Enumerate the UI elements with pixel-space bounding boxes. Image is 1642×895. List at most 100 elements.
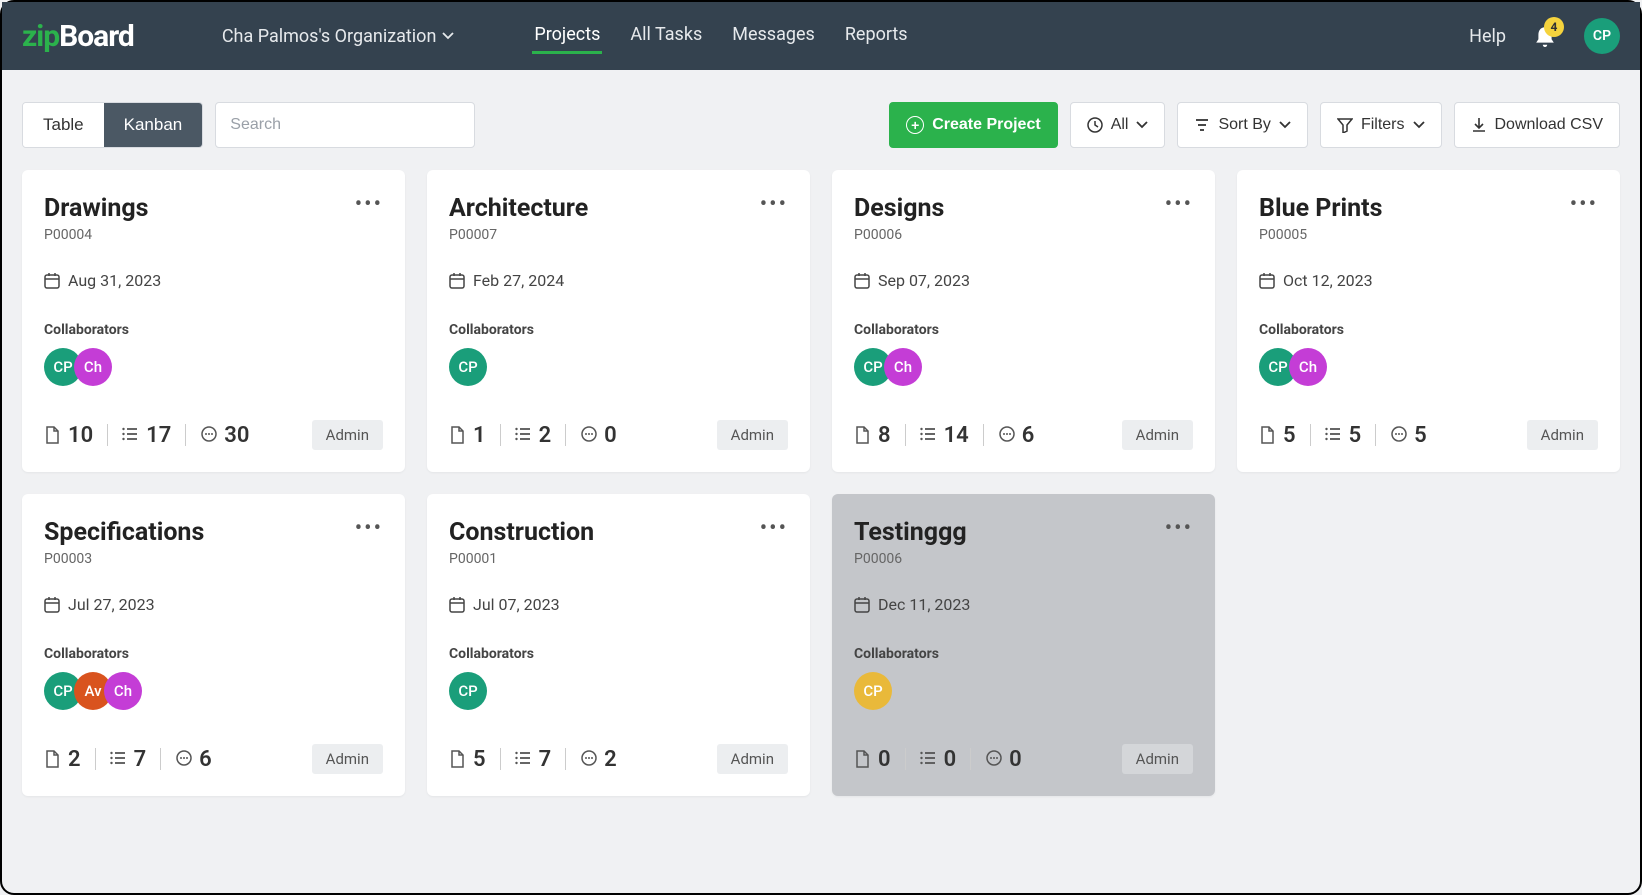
nav-links: Projects All Tasks Messages Reports (532, 18, 909, 54)
files-stat[interactable]: 8 (854, 423, 891, 448)
card-footer: 8 14 6 Admin (854, 386, 1193, 450)
filter-all-button[interactable]: All (1070, 102, 1166, 148)
project-title[interactable]: Testinggg (854, 518, 967, 547)
project-date-text: Feb 27, 2024 (473, 271, 564, 290)
comments-stat[interactable]: 0 (580, 423, 617, 448)
more-menu-button[interactable]: ••• (1165, 518, 1193, 540)
logo[interactable]: zipBoard (22, 19, 134, 54)
comments-stat-count: 0 (604, 423, 617, 448)
nav-projects[interactable]: Projects (532, 18, 602, 54)
search-input[interactable] (215, 102, 475, 148)
file-icon (449, 750, 467, 768)
sort-by-button[interactable]: Sort By (1177, 102, 1307, 148)
sort-icon (1194, 117, 1210, 133)
list-icon (920, 750, 938, 768)
download-csv-button[interactable]: Download CSV (1454, 102, 1621, 148)
project-title[interactable]: Architecture (449, 194, 588, 223)
comments-stat[interactable]: 30 (200, 423, 249, 448)
collaborator-avatar[interactable]: Ch (74, 348, 112, 386)
more-menu-button[interactable]: ••• (760, 518, 788, 540)
collaborator-avatar[interactable]: CP (449, 348, 487, 386)
card-head: ArchitectureP00007••• (449, 194, 788, 243)
project-card[interactable]: Drawings P00004 ••• Aug 31, 2023 Collaborato… (22, 170, 405, 472)
create-project-button[interactable]: + Create Project (889, 102, 1058, 148)
download-icon (1471, 117, 1487, 133)
view-table-button[interactable]: Table (23, 103, 104, 147)
project-card[interactable]: DesignsP00006•••Sep 07, 2023Collaborator… (832, 170, 1215, 472)
logo-board: Board (59, 19, 134, 54)
list-icon (122, 426, 140, 444)
project-title[interactable]: Blue Prints (1259, 194, 1383, 223)
comments-stat[interactable]: 5 (1390, 423, 1427, 448)
tasks-stat[interactable]: 5 (1325, 423, 1362, 448)
project-title[interactable]: Construction (449, 518, 594, 547)
download-csv-label: Download CSV (1495, 116, 1604, 134)
list-icon (110, 750, 128, 768)
project-card[interactable]: TestingggP00006•••Dec 11, 2023Collaborat… (832, 494, 1215, 796)
collaborator-avatar[interactable]: CP (854, 672, 892, 710)
files-stat[interactable]: 5 (1259, 423, 1296, 448)
project-date-text: Aug 31, 2023 (68, 271, 161, 290)
project-card[interactable]: ArchitectureP00007•••Feb 27, 2024Collabo… (427, 170, 810, 472)
files-stat[interactable]: 5 (449, 747, 486, 772)
project-title[interactable]: Designs (854, 194, 944, 223)
comments-stat-count: 2 (604, 747, 617, 772)
tasks-stat[interactable]: 0 (920, 747, 957, 772)
comments-stat[interactable]: 6 (998, 423, 1035, 448)
collaborator-avatar[interactable]: CP (449, 672, 487, 710)
more-menu-button[interactable]: ••• (355, 518, 383, 540)
user-avatar[interactable]: CP (1584, 18, 1620, 54)
tasks-stat[interactable]: 17 (122, 423, 171, 448)
project-card[interactable]: Blue PrintsP00005•••Oct 12, 2023Collabor… (1237, 170, 1620, 472)
collaborators-label: Collaborators (44, 322, 383, 338)
project-id: P00004 (44, 227, 149, 243)
comments-stat[interactable]: 0 (985, 747, 1022, 772)
help-link[interactable]: Help (1469, 26, 1506, 47)
project-card[interactable]: ConstructionP00001•••Jul 07, 2023Collabo… (427, 494, 810, 796)
tasks-stat[interactable]: 2 (515, 423, 552, 448)
view-kanban-button[interactable]: Kanban (104, 103, 203, 147)
collaborator-avatar[interactable]: Ch (884, 348, 922, 386)
project-title[interactable]: Specifications (44, 518, 204, 547)
more-menu-button[interactable]: ••• (355, 194, 383, 216)
project-date: Dec 11, 2023 (854, 595, 1193, 614)
collaborator-avatars: CP (449, 672, 788, 710)
tasks-stat[interactable]: 14 (920, 423, 969, 448)
more-menu-button[interactable]: ••• (760, 194, 788, 216)
project-title[interactable]: Drawings (44, 194, 149, 223)
filters-button[interactable]: Filters (1320, 102, 1442, 148)
tasks-stat[interactable]: 7 (110, 747, 147, 772)
collaborator-avatar[interactable]: Ch (1289, 348, 1327, 386)
org-switcher[interactable]: Cha Palmos's Organization (222, 26, 455, 47)
tasks-stat[interactable]: 7 (515, 747, 552, 772)
chat-icon (580, 426, 598, 444)
files-stat[interactable]: 1 (449, 423, 486, 448)
nav-messages[interactable]: Messages (730, 18, 817, 54)
role-badge: Admin (1122, 420, 1193, 450)
project-date-text: Jul 27, 2023 (68, 595, 155, 614)
project-date: Jul 27, 2023 (44, 595, 383, 614)
files-stat-count: 0 (878, 747, 891, 772)
files-stat[interactable]: 2 (44, 747, 81, 772)
chevron-down-icon (1136, 121, 1148, 129)
files-stat[interactable]: 10 (44, 423, 93, 448)
collaborator-avatar[interactable]: Ch (104, 672, 142, 710)
logo-zip: zip (22, 19, 59, 54)
nav-reports[interactable]: Reports (843, 18, 910, 54)
chat-icon (200, 426, 218, 444)
files-stat[interactable]: 0 (854, 747, 891, 772)
more-menu-button[interactable]: ••• (1165, 194, 1193, 216)
role-badge: Admin (312, 420, 383, 450)
comments-stat[interactable]: 2 (580, 747, 617, 772)
notifications-button[interactable]: 4 (1534, 25, 1556, 47)
comments-stat[interactable]: 6 (175, 747, 212, 772)
role-badge: Admin (717, 420, 788, 450)
toolbar: Table Kanban + Create Project All Sort B… (2, 70, 1640, 170)
project-card[interactable]: SpecificationsP00003•••Jul 27, 2023Colla… (22, 494, 405, 796)
more-menu-button[interactable]: ••• (1570, 194, 1598, 216)
calendar-icon (854, 272, 870, 289)
role-badge: Admin (1122, 744, 1193, 774)
chat-icon (175, 750, 193, 768)
calendar-icon (449, 272, 465, 289)
nav-all-tasks[interactable]: All Tasks (628, 18, 704, 54)
